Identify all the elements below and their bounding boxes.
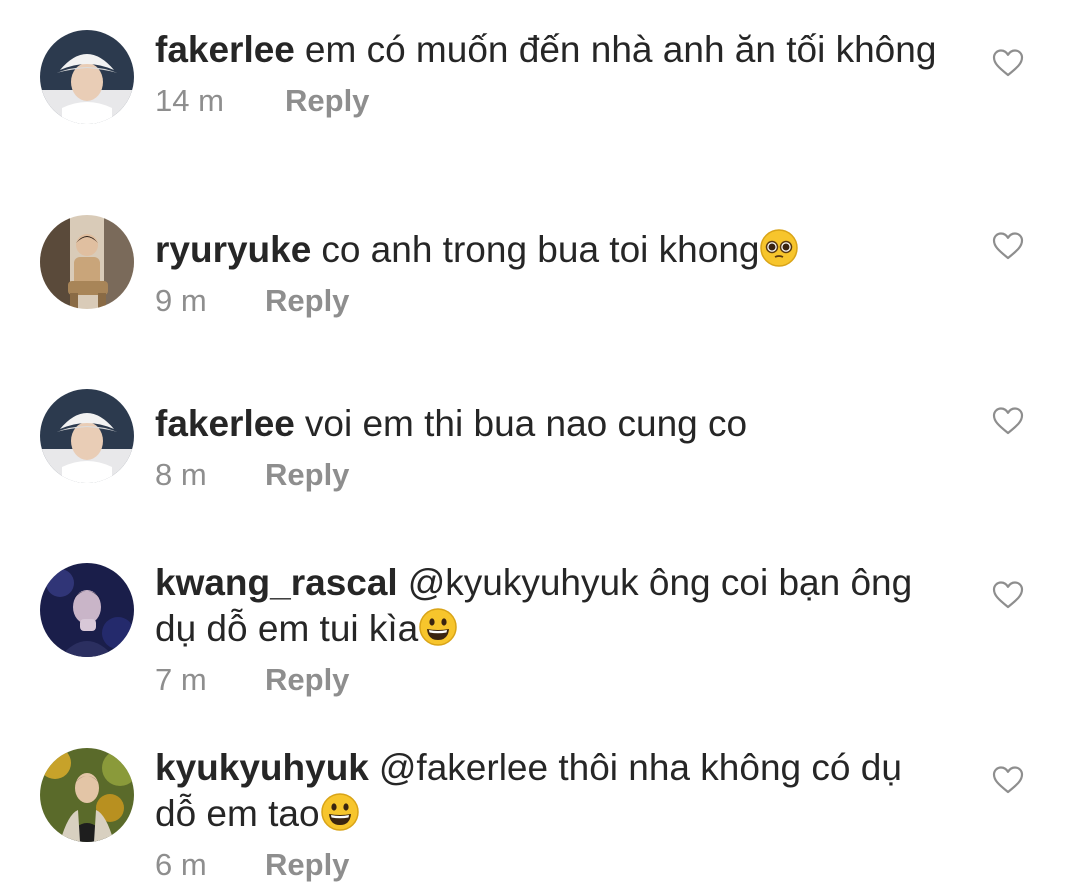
reply-button[interactable]: Reply: [285, 83, 369, 119]
username[interactable]: kyukyuhyuk: [155, 747, 369, 788]
timestamp: 8 m: [155, 457, 207, 492]
heart-outline-icon[interactable]: [992, 765, 1024, 795]
grinning-face-icon: [418, 607, 458, 647]
reply-button[interactable]: Reply: [265, 662, 349, 698]
username[interactable]: ryuryuke: [155, 229, 311, 270]
reply-button[interactable]: Reply: [265, 457, 349, 493]
timestamp: 6 m: [155, 847, 207, 882]
comment-text: kwang_rascal @kyukyuhyuk ông coi bạn ông …: [155, 560, 945, 652]
avatar[interactable]: [40, 389, 134, 483]
comment-text: fakerlee voi em thi bua nao cung co: [155, 401, 945, 447]
username[interactable]: fakerlee: [155, 403, 295, 444]
comment-meta: 14 m Reply: [155, 83, 945, 119]
timestamp: 9 m: [155, 283, 207, 318]
comment-text: ryuryuke co anh trong bua toi khong: [155, 227, 945, 273]
avatar[interactable]: [40, 215, 134, 309]
comment-body: em có muốn đến nhà anh ăn tối không: [304, 29, 937, 70]
heart-outline-icon[interactable]: [992, 580, 1024, 610]
grinning-face-icon: [320, 792, 360, 832]
reply-button[interactable]: Reply: [265, 847, 349, 883]
timestamp: 14 m: [155, 83, 224, 118]
reply-button[interactable]: Reply: [265, 283, 349, 319]
username[interactable]: fakerlee: [155, 29, 295, 70]
avatar[interactable]: [40, 563, 134, 657]
comment-text: fakerlee em có muốn đến nhà anh ăn tối kh…: [155, 27, 945, 73]
heart-outline-icon[interactable]: [992, 231, 1024, 261]
pleading-face-icon: [759, 228, 799, 268]
heart-outline-icon[interactable]: [992, 48, 1024, 78]
comment-meta: 7 m Reply: [155, 662, 945, 698]
username[interactable]: kwang_rascal: [155, 562, 398, 603]
comment-text: kyukyuhyuk @fakerlee thôi nha không có dụ…: [155, 745, 945, 837]
avatar[interactable]: [40, 748, 134, 842]
heart-outline-icon[interactable]: [992, 406, 1024, 436]
comment-body: voi em thi bua nao cung co: [304, 403, 748, 444]
comment-body: co anh trong bua toi khong: [321, 229, 760, 270]
avatar[interactable]: [40, 30, 134, 124]
timestamp: 7 m: [155, 662, 207, 697]
comment-meta: 6 m Reply: [155, 847, 945, 883]
comment-meta: 9 m Reply: [155, 283, 945, 319]
comment-meta: 8 m Reply: [155, 457, 945, 493]
